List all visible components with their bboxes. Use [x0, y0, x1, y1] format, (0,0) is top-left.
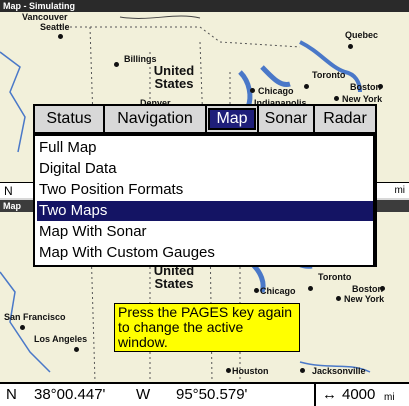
tab-status[interactable]: Status — [35, 108, 103, 130]
scale-arrows-icon: ↔ — [322, 386, 337, 403]
city-label: Quebec — [345, 30, 379, 40]
hint-popup: Press the PAGES key again to change the … — [114, 303, 300, 352]
city-dot — [226, 368, 231, 373]
city-label: Vancouver — [22, 12, 68, 22]
scale-value: 4000 — [342, 386, 376, 403]
city-label: Boston — [350, 82, 381, 92]
city-dot — [308, 286, 313, 291]
region-label: United States — [153, 263, 195, 291]
tab-radar[interactable]: Radar — [315, 108, 375, 130]
city-label: New York — [344, 294, 385, 304]
tab-navigation[interactable]: Navigation — [105, 108, 205, 130]
city-label: Billings — [124, 54, 157, 64]
city-dot — [254, 288, 259, 293]
city-dot — [348, 44, 353, 49]
city-label: Chicago — [258, 86, 294, 96]
city-label: Seattle — [40, 22, 70, 32]
city-label: Houston — [232, 366, 269, 376]
city-dot — [250, 88, 255, 93]
list-item-digital-data[interactable]: Digital Data — [37, 159, 373, 179]
tab-divider — [205, 106, 207, 132]
city-dot — [300, 368, 305, 373]
city-dot — [380, 286, 385, 291]
city-label: Boston — [352, 284, 383, 294]
top-pane-title: Map - Simulating — [0, 0, 409, 12]
city-label: Los Angeles — [34, 334, 88, 344]
city-label: Chicago — [260, 286, 296, 296]
list-item-map-with-sonar[interactable]: Map With Sonar — [37, 222, 373, 242]
page-layout-list[interactable]: Full Map Digital Data Two Position Forma… — [33, 134, 377, 267]
tab-map[interactable]: Map — [208, 108, 256, 130]
position-status-bar: N 38°00.447' W 95°50.579' ↔ 4000 mi — [0, 382, 409, 406]
city-dot — [20, 325, 25, 330]
city-label: San Francisco — [4, 312, 66, 322]
top-nav-unit: mi — [394, 185, 405, 196]
scale-unit: mi — [384, 392, 395, 403]
longitude-value: 95°50.579' — [176, 386, 248, 403]
region-label: United States — [153, 63, 195, 91]
pages-tab-bar: Status Navigation Map Sonar Radar — [33, 104, 377, 134]
city-dot — [74, 347, 79, 352]
city-label: Toronto — [312, 70, 346, 80]
city-dot — [378, 84, 383, 89]
city-dot — [114, 62, 119, 67]
city-dot — [304, 84, 309, 89]
city-label: Toronto — [318, 272, 352, 282]
list-item-two-position-formats[interactable]: Two Position Formats — [37, 180, 373, 200]
gps-screen: Map - Simulating Vancouver Seattle Billi… — [0, 0, 409, 406]
city-dot — [336, 296, 341, 301]
list-item-two-maps[interactable]: Two Maps — [37, 201, 373, 221]
tab-sonar[interactable]: Sonar — [259, 108, 313, 130]
list-item-map-with-custom-gauges[interactable]: Map With Custom Gauges — [37, 243, 373, 263]
city-label: Jacksonville — [312, 366, 366, 376]
city-label: New York — [342, 94, 383, 104]
lon-hemisphere: W — [136, 386, 151, 403]
city-dot — [334, 96, 339, 101]
list-scrollbar[interactable] — [373, 136, 375, 265]
top-nav-hemisphere: N — [4, 184, 13, 198]
list-item-full-map[interactable]: Full Map — [37, 138, 373, 158]
latitude-value: 38°00.447' — [34, 386, 106, 403]
status-separator — [314, 384, 316, 406]
city-dot — [58, 34, 63, 39]
lat-hemisphere: N — [6, 386, 17, 403]
